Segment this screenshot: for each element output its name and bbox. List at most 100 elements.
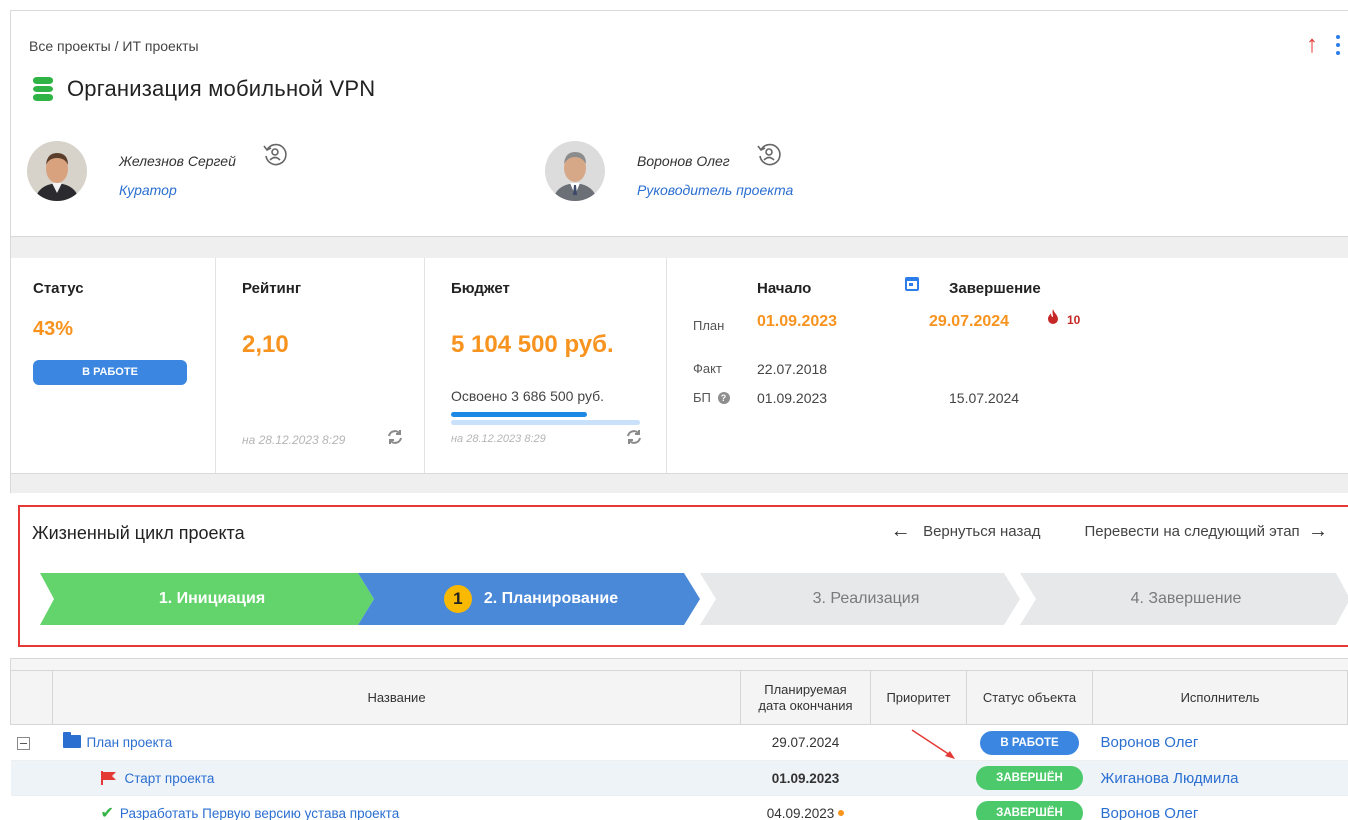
status-badge: ЗАВЕРШЁН [976,801,1083,820]
bp-label-row: БП ? [693,390,730,405]
table-row: ✔ Разработать Первую версию устава проект… [10,795,1348,820]
stage-label: 4. Завершение [1130,590,1242,607]
stage-initiation[interactable]: 1. Инициация [54,573,370,625]
column-header-owner[interactable]: Исполнитель [1092,670,1348,725]
next-stage-button[interactable]: Перевести на следующий этап → [1084,520,1328,542]
plan-start-date: 01.09.2023 [757,313,838,330]
manager-block: Воронов Олег Руководитель проекта [545,141,793,201]
more-menu-icon[interactable] [1336,35,1340,55]
overdue-fire-icon [1048,309,1058,324]
status-percent: 43% [33,318,74,340]
status-label: Статус [33,280,84,297]
column-header-due[interactable]: Планируемая дата окончания [740,670,871,725]
owner-link[interactable]: Воронов Олег [1093,805,1199,820]
calendar-icon[interactable] [905,277,919,291]
table-top-band [10,658,1348,670]
breadcrumb[interactable]: Все проекты / ИТ проекты [29,38,199,54]
bp-label: БП [693,390,711,405]
page-title: Организация мобильной VPN [67,76,376,101]
column-header-select [10,670,53,725]
change-person-icon[interactable] [756,141,782,170]
section-divider [10,237,1348,258]
refresh-budget-icon[interactable] [625,428,643,446]
manager-role-link[interactable]: Руководитель проекта [637,182,793,198]
column-header-status[interactable]: Статус объекта [966,670,1093,725]
collapse-icon[interactable] [16,736,30,750]
due-date: 01.09.2023 [740,760,871,796]
avatar-manager[interactable] [545,141,605,201]
priority-up-arrow-icon[interactable]: ↑ [1306,33,1318,57]
status-badge: ЗАВЕРШЁН [976,766,1083,790]
status-badge[interactable]: В РАБОТЕ [33,360,187,385]
table-row: План проекта 29.07.2024 В РАБОТЕ Воронов… [10,724,1348,761]
due-header-line2: дата окончания [758,697,853,713]
due-date: 04.09.2023 [766,805,835,820]
budget-panel: Бюджет 5 104 500 руб. Освоено 3 686 500 … [425,258,667,473]
stage-label: 2. Планирование [483,590,619,607]
start-label: Начало [757,280,812,297]
dates-panel: Начало Завершение План 01.09.2023 29.07.… [667,258,1348,473]
database-icon [33,77,53,101]
avatar-curator[interactable] [27,141,87,201]
stage-label: 3. Реализация [812,590,920,607]
stage-implementation[interactable]: 3. Реализация [716,573,1016,625]
status-panel: Статус 43% В РАБОТЕ [11,258,216,473]
arrow-right-icon: → [1308,520,1328,542]
plan-end-date: 29.07.2024 [929,313,1010,330]
budget-asof: на 28.12.2023 8:29 [451,433,546,445]
rating-value: 2,10 [242,331,289,358]
warning-dot-icon [838,809,845,816]
stage-planning[interactable]: 1 2. Планирование [374,573,688,625]
change-person-icon[interactable] [262,141,288,170]
tasks-table: Название Планируемая дата окончания Приор… [10,670,1348,820]
next-stage-label: Перевести на следующий этап [1084,523,1300,540]
curator-block: Железнов Сергей Куратор [27,141,288,201]
lifecycle-title: Жизненный цикл проекта [32,523,245,543]
budget-progress-fill [451,412,587,417]
lifecycle-actions: ← Вернуться назад Перевести на следующий… [890,520,1328,542]
flag-icon [100,770,116,785]
owner-link[interactable]: Воронов Олег [1093,734,1199,751]
owner-link[interactable]: Жиганова Людмила [1093,770,1239,787]
manager-name: Воронов Олег [637,153,730,169]
task-link[interactable]: Старт проекта [125,771,215,786]
priority-cell [870,795,967,820]
project-header-card: Все проекты / ИТ проекты ↑ Организация м… [10,10,1348,237]
curator-role-link[interactable]: Куратор [119,182,288,198]
bp-start-date: 01.09.2023 [757,390,828,406]
task-link[interactable]: План проекта [87,735,173,750]
priority-cell [870,724,967,761]
end-label: Завершение [949,280,1041,297]
budget-progress-track [451,420,640,425]
task-link[interactable]: Разработать Первую версию устава проекта [120,806,399,820]
table-row: Старт проекта 01.09.2023 ЗАВЕРШЁН Жигано… [10,760,1348,796]
arrow-left-icon: ← [890,520,911,542]
back-stage-button[interactable]: ← Вернуться назад [890,520,1041,542]
rating-panel: Рейтинг 2,10 на 28.12.2023 8:29 [216,258,425,473]
project-title-row: Организация мобильной VPN [33,76,375,102]
help-icon[interactable]: ? [717,392,730,404]
plan-label: План [693,318,725,333]
fact-label: Факт [693,361,722,376]
refresh-rating-icon[interactable] [386,428,404,446]
rating-label: Рейтинг [242,280,302,297]
fact-start-date: 22.07.2018 [757,361,828,377]
column-header-priority[interactable]: Приоритет [870,670,967,725]
folder-icon [62,732,81,748]
current-stage-marker: 1 [443,585,472,613]
lifecycle-stages: 1. Инициация 1 2. Планирование 3. Реализ… [40,573,1348,625]
stage-completion[interactable]: 4. Завершение [1036,573,1336,625]
annotation-arrow [911,729,955,759]
column-header-name[interactable]: Название [52,670,741,725]
due-date: 29.07.2024 [740,724,871,761]
stage-label: 1. Инициация [158,590,266,607]
overdue-days: 10 [1067,313,1081,327]
curator-name: Железнов Сергей [119,153,236,169]
project-stats-card: Статус 43% В РАБОТЕ Рейтинг 2,10 на 28.1… [10,258,1348,474]
budget-value: 5 104 500 руб. [451,331,614,358]
bp-end-date: 15.07.2024 [949,390,1020,406]
table-header-row: Название Планируемая дата окончания Приор… [10,670,1348,725]
rating-asof: на 28.12.2023 8:29 [242,433,346,447]
checkmark-icon: ✔ [100,805,114,820]
section-divider [10,474,1348,493]
